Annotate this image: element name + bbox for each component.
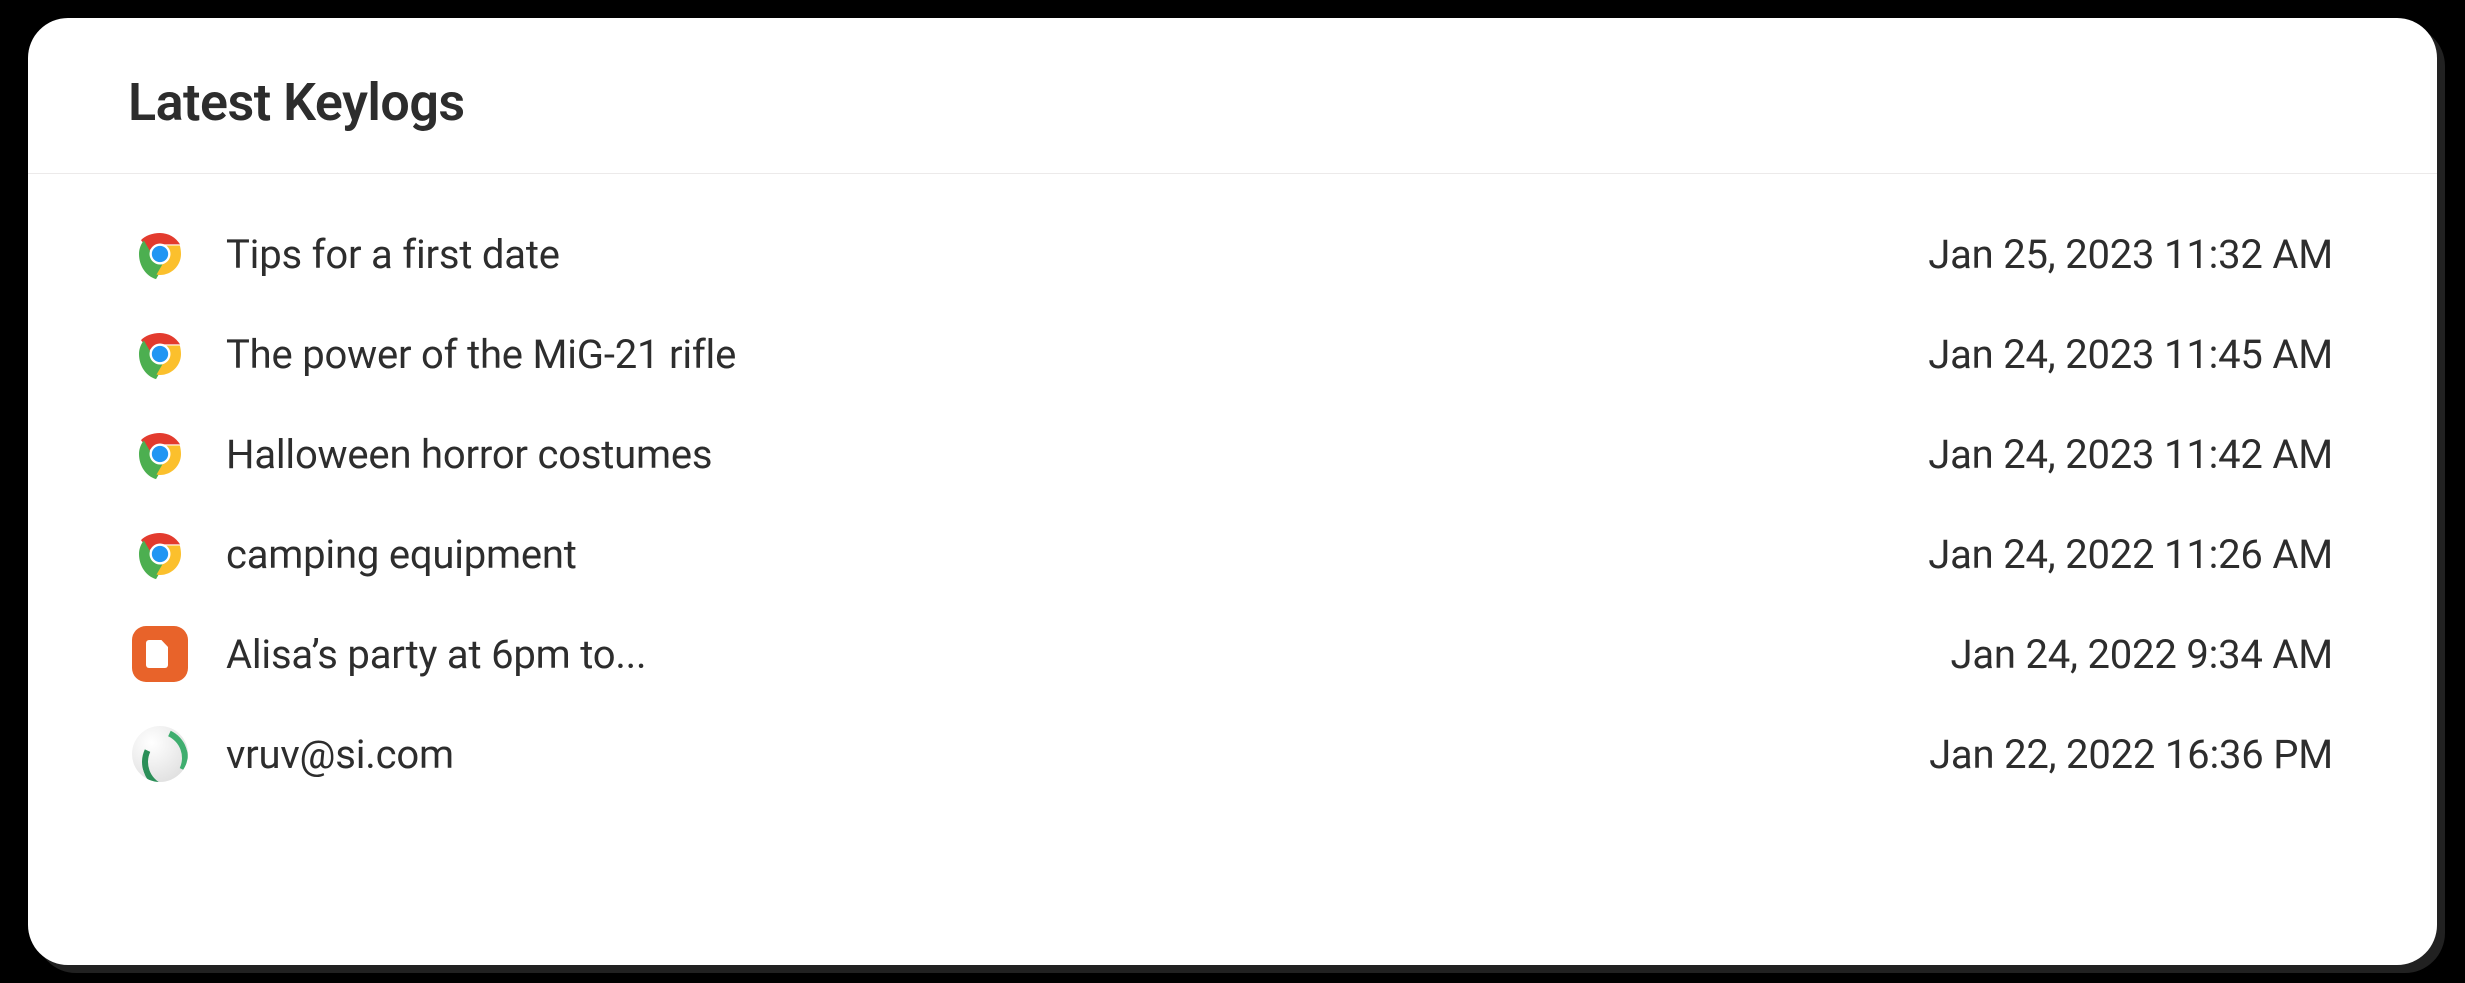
chrome-icon [132, 326, 188, 382]
chrome-icon [132, 226, 188, 282]
keylog-timestamp: Jan 22, 2022 16:36 PM [1929, 731, 2333, 778]
notes-app-icon [132, 626, 188, 682]
keylog-row[interactable]: The power of the MiG-21 rifle Jan 24, 20… [132, 304, 2333, 404]
chrome-icon [132, 526, 188, 582]
keylog-text: camping equipment [226, 531, 1890, 578]
keylog-row[interactable]: Alisa’s party at 6pm to... Jan 24, 2022 … [132, 604, 2333, 704]
keylog-timestamp: Jan 25, 2023 11:32 AM [1928, 231, 2333, 278]
keylog-timestamp: Jan 24, 2022 11:26 AM [1928, 531, 2333, 578]
keylog-row[interactable]: Halloween horror costumes Jan 24, 2023 1… [132, 404, 2333, 504]
keylog-list: Tips for a first date Jan 25, 2023 11:32… [28, 174, 2437, 834]
vpn-app-icon [132, 726, 188, 782]
keylog-timestamp: Jan 24, 2023 11:42 AM [1928, 431, 2333, 478]
latest-keylogs-card: Latest Keylogs Tips for a first date Jan… [28, 18, 2437, 965]
keylog-timestamp: Jan 24, 2022 9:34 AM [1950, 631, 2333, 678]
keylog-text: The power of the MiG-21 rifle [226, 331, 1890, 378]
keylog-text: Tips for a first date [226, 231, 1890, 278]
keylog-text: Halloween horror costumes [226, 431, 1890, 478]
card-title: Latest Keylogs [128, 72, 2337, 133]
keylog-timestamp: Jan 24, 2023 11:45 AM [1928, 331, 2333, 378]
chrome-icon [132, 426, 188, 482]
card-header: Latest Keylogs [28, 18, 2437, 174]
keylog-row[interactable]: vruv@si.com Jan 22, 2022 16:36 PM [132, 704, 2333, 804]
keylog-text: Alisa’s party at 6pm to... [226, 631, 1912, 678]
keylog-row[interactable]: Tips for a first date Jan 25, 2023 11:32… [132, 204, 2333, 304]
keylog-text: vruv@si.com [226, 731, 1891, 778]
keylog-row[interactable]: camping equipment Jan 24, 2022 11:26 AM [132, 504, 2333, 604]
